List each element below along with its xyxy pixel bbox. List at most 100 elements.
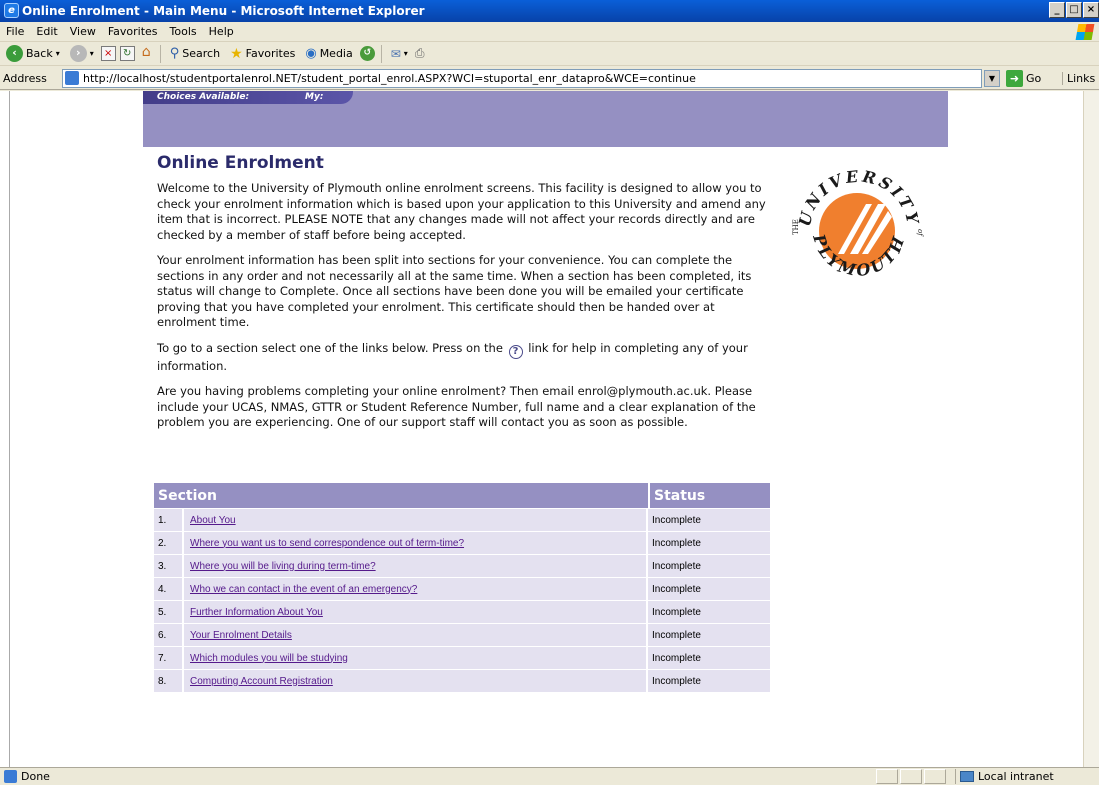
row-number: 8.	[154, 670, 184, 692]
row-link-cell: Further Information About You	[184, 601, 648, 623]
status-text: Done	[21, 770, 50, 783]
section-link-correspondence[interactable]: Where you want us to send correspondence…	[190, 538, 464, 549]
status-panel	[876, 769, 898, 784]
media-button[interactable]: ◉ Media	[302, 45, 355, 62]
row-status: Incomplete	[648, 624, 770, 646]
row-number: 4.	[154, 578, 184, 600]
page-icon	[65, 71, 79, 85]
go-arrow-icon: ➜	[1006, 70, 1023, 87]
row-link-cell: Your Enrolment Details	[184, 624, 648, 646]
row-status: Incomplete	[648, 555, 770, 577]
vertical-scrollbar[interactable]	[1083, 91, 1099, 767]
home-icon[interactable]: ⌂	[139, 45, 154, 61]
help-icon: ?	[508, 344, 523, 359]
row-number: 2.	[154, 532, 184, 554]
print-icon[interactable]: ⎙	[415, 46, 425, 61]
go-label: Go	[1026, 72, 1042, 85]
section-link-emergency-contact[interactable]: Who we can contact in the event of an em…	[190, 584, 417, 595]
menu-bar: File Edit View Favorites Tools Help	[0, 22, 1099, 42]
table-row: 5. Further Information About You Incomplet…	[154, 601, 770, 623]
windows-logo-icon	[1075, 24, 1095, 40]
table-row: 4. Who we can contact in the event of an …	[154, 578, 770, 600]
status-panel	[924, 769, 946, 784]
section-link-further-information[interactable]: Further Information About You	[190, 607, 323, 618]
menu-tools[interactable]: Tools	[164, 22, 203, 41]
row-link-cell: About You	[184, 509, 648, 531]
section-link-computing-account[interactable]: Computing Account Registration	[190, 676, 333, 687]
media-label: Media	[319, 47, 353, 60]
row-status: Incomplete	[648, 509, 770, 531]
section-link-modules[interactable]: Which modules you will be studying	[190, 653, 348, 664]
address-url: http://localhost/studentportalenrol.NET/…	[83, 72, 696, 85]
support-paragraph: Are you having problems completing your …	[157, 384, 756, 429]
status-panels	[876, 769, 948, 784]
row-status: Incomplete	[648, 601, 770, 623]
menu-edit[interactable]: Edit	[30, 22, 63, 41]
page-title: Online Enrolment	[157, 153, 324, 173]
table-header-row: Section Status	[154, 483, 770, 508]
forward-dropdown-icon[interactable]: ▾	[90, 49, 94, 58]
window-title: Online Enrolment - Main Menu - Microsoft…	[22, 4, 425, 18]
table-row: 3. Where you will be living during term-t…	[154, 555, 770, 577]
row-status: Incomplete	[648, 532, 770, 554]
row-link-cell: Where you want us to send correspondence…	[184, 532, 648, 554]
address-dropdown-icon[interactable]: ▼	[984, 70, 1000, 87]
mail-button[interactable]: ✉ ▾	[388, 46, 411, 62]
address-bar: Address http://localhost/studentportalen…	[0, 67, 1099, 90]
close-button[interactable]: ×	[1083, 2, 1099, 18]
toolbar-separator	[380, 44, 382, 63]
section-link-about-you[interactable]: About You	[190, 515, 236, 526]
section-link-term-time-address[interactable]: Where you will be living during term-tim…	[190, 561, 376, 572]
status-panel	[900, 769, 922, 784]
logo-of-text: of	[916, 229, 924, 237]
row-number: 3.	[154, 555, 184, 577]
back-dropdown-icon[interactable]: ▾	[56, 49, 60, 58]
row-link-cell: Which modules you will be studying	[184, 647, 648, 669]
menu-favorites[interactable]: Favorites	[102, 22, 164, 41]
main-content: Online Enrolment Welcome to the Universi…	[157, 153, 772, 441]
back-button[interactable]: ‹ Back ▾	[3, 44, 63, 63]
row-number: 6.	[154, 624, 184, 646]
help-paragraph: To go to a section select one of the lin…	[157, 341, 772, 375]
media-icon: ◉	[305, 46, 317, 61]
table-row: 2. Where you want us to send corresponden…	[154, 532, 770, 554]
favorites-label: Favorites	[245, 47, 296, 60]
my-label[interactable]: My:	[305, 91, 323, 103]
menu-view[interactable]: View	[64, 22, 102, 41]
mail-icon: ✉	[390, 46, 401, 61]
back-label: Back	[26, 47, 53, 60]
menu-file[interactable]: File	[0, 22, 30, 41]
stop-icon[interactable]: ×	[100, 46, 116, 61]
window-controls: _ □ ×	[1049, 2, 1099, 18]
favorites-button[interactable]: ★ Favorites	[227, 45, 298, 63]
search-icon: ⚲	[169, 46, 180, 61]
choices-available-label[interactable]: Choices Available:	[157, 92, 249, 102]
refresh-icon[interactable]: ↻	[119, 46, 135, 61]
back-arrow-icon: ‹	[6, 45, 23, 62]
go-button[interactable]: ➜ Go	[1006, 70, 1041, 87]
security-zone[interactable]: Local intranet	[955, 769, 1095, 784]
maximize-button[interactable]: □	[1066, 2, 1082, 18]
status-bar: Done Local intranet	[0, 767, 1099, 785]
row-number: 1.	[154, 509, 184, 531]
sections-paragraph: Your enrolment information has been spli…	[157, 253, 752, 329]
window-titlebar[interactable]: e Online Enrolment - Main Menu - Microso…	[0, 0, 1099, 22]
search-label: Search	[182, 47, 221, 60]
mail-dropdown-icon: ▾	[403, 49, 408, 58]
forward-button[interactable]: › ▾	[67, 44, 97, 63]
minimize-button[interactable]: _	[1049, 2, 1065, 18]
table-row: 8. Computing Account Registration Incomple…	[154, 670, 770, 692]
section-link-enrolment-details[interactable]: Your Enrolment Details	[190, 630, 292, 641]
ie-icon: e	[4, 3, 19, 18]
menu-help[interactable]: Help	[203, 22, 240, 41]
history-icon[interactable]: ↺	[359, 46, 375, 61]
row-number: 7.	[154, 647, 184, 669]
table-row: 7. Which modules you will be studying Inco…	[154, 647, 770, 669]
address-input[interactable]: http://localhost/studentportalenrol.NET/…	[62, 69, 982, 88]
university-logo: UNIVERSITY PLYMOUTH THE of	[792, 167, 924, 281]
row-status: Incomplete	[648, 647, 770, 669]
search-button[interactable]: ⚲ Search	[167, 45, 223, 62]
row-link-cell: Computing Account Registration	[184, 670, 648, 692]
row-number: 5.	[154, 601, 184, 623]
links-button[interactable]: Links	[1062, 72, 1095, 85]
